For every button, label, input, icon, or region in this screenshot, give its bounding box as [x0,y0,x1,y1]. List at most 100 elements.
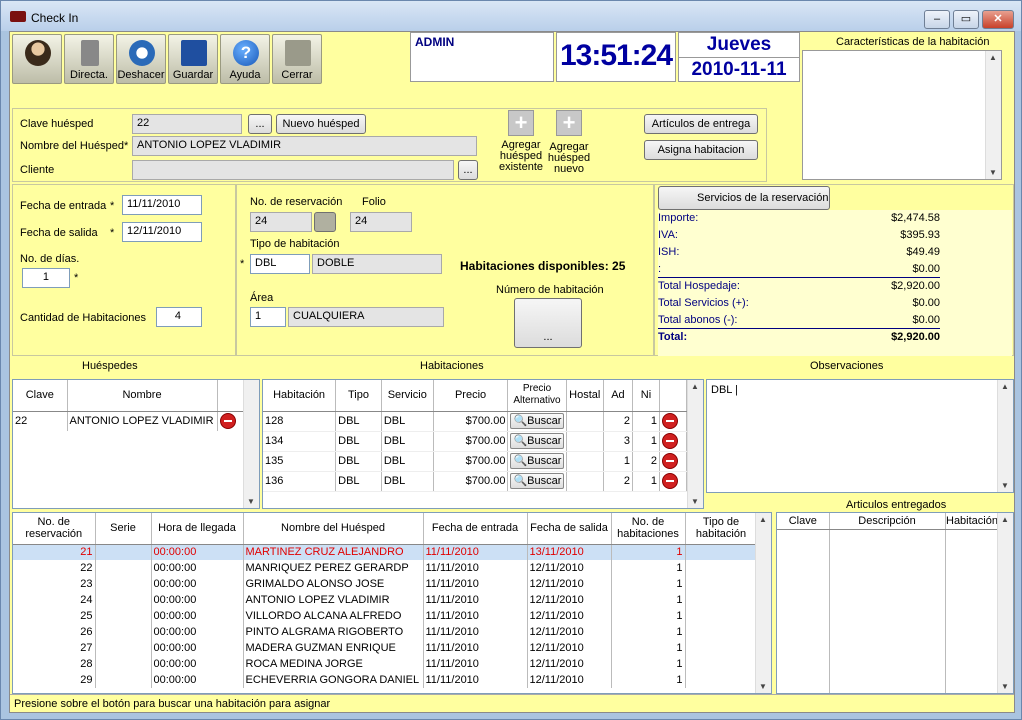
observations-scrollbar[interactable]: ▲ ▼ [997,380,1013,492]
table-row[interactable]: 22 00:00:00 MANRIQUEZ PEREZ GERARDP 11/11/2… [13,560,758,576]
room-type-select[interactable]: DBL [250,254,310,274]
area-select[interactable]: 1 [250,307,286,327]
column-header[interactable]: Fecha de salida [527,513,612,545]
table-row[interactable]: 128 DBL DBL $700.00 🔍Buscar 2 1 [263,411,688,432]
room-search-button[interactable]: ... [514,298,582,348]
remove-icon[interactable] [661,413,678,429]
minimize-button[interactable]: – [924,10,950,29]
add-existing-guest-icon[interactable]: + [508,110,534,136]
remove-icon[interactable] [661,473,678,489]
buscar-button[interactable]: 🔍Buscar [510,433,565,449]
room-features-box[interactable]: ▲ ▼ [802,50,1002,180]
table-row[interactable]: 24 00:00:00 ANTONIO LOPEZ VLADIMIR 11/11/20… [13,592,758,608]
column-header[interactable]: Habitación [945,513,1000,530]
reservation-services-button[interactable]: Servicios de la reservación [658,186,830,210]
reservations-grid[interactable]: No. de reservación Serie Hora de llegada No… [12,512,772,694]
column-header[interactable]: No. de habitaciones [611,513,686,545]
guardar-button[interactable]: Guardar [168,34,218,84]
remove-icon[interactable] [219,413,236,430]
new-guest-button[interactable]: Nuevo huésped [276,114,366,134]
column-header[interactable] [659,380,688,412]
area-name-field[interactable]: CUALQUIERA [288,307,444,327]
checkin-date-field[interactable]: 11/11/2010 [122,195,202,215]
table-row[interactable]: 23 00:00:00 GRIMALDO ALONSO JOSE 11/11/2010… [13,576,758,592]
days-stepper[interactable]: 1 [22,268,70,288]
buscar-button[interactable]: 🔍Buscar [510,413,565,429]
rooms-grid[interactable]: Habitación Tipo Servicio Precio Precio Alter… [262,379,704,509]
ayuda-button[interactable]: ? Ayuda [220,34,270,84]
delivered-items-grid[interactable]: Clave Descripción Habitación ▲ ▼ [776,512,1014,694]
room-features-scrollbar[interactable]: ▲ ▼ [985,51,1001,179]
assign-room-button[interactable]: Asigna habitacion [644,140,758,160]
remove-room-cell[interactable] [659,451,688,472]
buscar-button[interactable]: 🔍Buscar [510,473,565,489]
column-header[interactable]: Habitación [263,380,337,412]
alt-price-cell[interactable]: 🔍Buscar [507,411,567,432]
client-search-button[interactable]: ... [458,160,478,180]
client-field[interactable] [132,160,454,180]
guest-id-label: Clave huésped [20,118,94,130]
rooms-scrollbar[interactable]: ▲ ▼ [687,380,703,508]
column-header[interactable]: Hora de llegada [151,513,244,545]
column-header[interactable]: Precio [433,380,509,412]
column-header[interactable]: Serie [95,513,152,545]
column-header[interactable]: No. de reservación [13,513,96,545]
column-header[interactable]: Tipo [335,380,382,412]
remove-icon[interactable] [661,433,678,449]
alt-price-cell[interactable]: 🔍Buscar [507,431,567,452]
observations-textarea[interactable]: DBL | ▲ ▼ [706,379,1014,493]
table-row[interactable]: 22 ANTONIO LOPEZ VLADIMIR [13,411,244,431]
column-header[interactable]: Nombre del Huésped [243,513,424,545]
table-row[interactable]: 21 00:00:00 MARTINEZ CRUZ ALEJANDRO 11/11/2… [13,544,758,560]
user-toolbar-button[interactable] [12,34,62,84]
column-header[interactable]: Ad [603,380,633,412]
remove-icon[interactable] [661,453,678,469]
remove-room-cell[interactable] [659,471,688,492]
table-row[interactable]: 26 00:00:00 PINTO ALGRAMA RIGOBERTO 11/11/2… [13,624,758,640]
guest-id-field[interactable]: 22 [132,114,242,134]
add-new-guest-icon[interactable]: + [556,110,582,136]
column-header[interactable]: Clave [13,380,68,412]
column-header[interactable]: Ni [632,380,660,412]
remove-guest-cell[interactable] [217,411,244,431]
guest-search-button[interactable]: ... [248,114,272,134]
remove-room-cell[interactable] [659,411,688,432]
room-count-stepper[interactable]: 4 [156,307,202,327]
delivery-items-button[interactable]: Artículos de entrega [644,114,758,134]
alt-price-cell[interactable]: 🔍Buscar [507,471,567,492]
maximize-button[interactable]: ▭ [953,10,979,29]
table-row[interactable]: 28 00:00:00 ROCA MEDINA JORGE 11/11/2010 12/… [13,656,758,672]
table-row[interactable]: 27 00:00:00 MADERA GUZMAN ENRIQUE 11/11/201… [13,640,758,656]
column-header[interactable]: Fecha de entrada [423,513,528,545]
column-header[interactable]: Clave [777,513,830,530]
column-header[interactable]: Precio Alternativo [507,380,567,412]
buscar-button[interactable]: 🔍Buscar [510,453,565,469]
folio-field[interactable]: 24 [350,212,412,232]
guests-scrollbar[interactable]: ▼ [243,380,259,508]
reservations-scrollbar[interactable]: ▲ ▼ [755,513,771,693]
alt-price-cell[interactable]: 🔍Buscar [507,451,567,472]
column-header[interactable]: Servicio [381,380,434,412]
table-row[interactable]: 29 00:00:00 ECHEVERRIA GONGORA DANIEL 11/11… [13,672,758,688]
close-window-button[interactable]: ✕ [982,10,1014,29]
remove-room-cell[interactable] [659,431,688,452]
reservation-lookup-button[interactable] [314,212,336,232]
room-type-name-field[interactable]: DOBLE [312,254,442,274]
directa-button[interactable]: Directa. [64,34,114,84]
table-row[interactable]: 134 DBL DBL $700.00 🔍Buscar 3 1 [263,431,688,452]
column-header[interactable]: Descripción [829,513,946,530]
guest-name-field[interactable]: ANTONIO LOPEZ VLADIMIR [132,136,477,156]
column-header[interactable] [217,380,244,412]
table-row[interactable]: 135 DBL DBL $700.00 🔍Buscar 1 2 [263,451,688,472]
guests-grid[interactable]: Clave Nombre 22 ANTONIO LOPEZ VLADIMIR ▼ [12,379,260,509]
checkout-date-field[interactable]: 12/11/2010 [122,222,202,242]
column-header[interactable]: Nombre [67,380,218,412]
table-row[interactable]: 25 00:00:00 VILLORDO ALCANA ALFREDO 11/11/2… [13,608,758,624]
column-header[interactable]: Tipo de habitación [685,513,758,545]
reservation-number-field[interactable]: 24 [250,212,312,232]
delivered-items-scrollbar[interactable]: ▲ ▼ [997,513,1013,693]
deshacer-button[interactable]: Deshacer [116,34,166,84]
cerrar-button[interactable]: Cerrar [272,34,322,84]
column-header[interactable]: Hostal [566,380,604,412]
table-row[interactable]: 136 DBL DBL $700.00 🔍Buscar 2 1 [263,471,688,492]
